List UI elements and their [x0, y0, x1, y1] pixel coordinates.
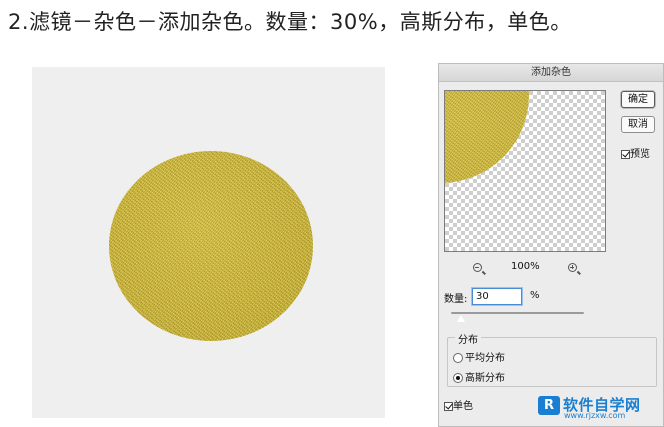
preview-noise-shape — [445, 91, 529, 183]
ok-button[interactable]: 确定 — [621, 91, 655, 108]
radio-icon — [453, 373, 463, 383]
dialog-title: 添加杂色 — [439, 64, 663, 82]
gaussian-label: 高斯分布 — [465, 373, 505, 384]
amount-slider[interactable] — [451, 312, 584, 323]
gaussian-radio[interactable]: 高斯分布 — [453, 369, 505, 384]
amount-input[interactable]: 30 — [472, 288, 522, 305]
amount-label: 数量: — [444, 294, 468, 305]
filter-preview[interactable] — [444, 90, 606, 252]
noise-filled-circle — [109, 151, 313, 341]
watermark-url: www.rjzxw.com — [564, 411, 626, 420]
radio-icon — [453, 353, 463, 363]
zoom-in-icon[interactable] — [568, 263, 581, 275]
distribution-title: 分布 — [455, 331, 481, 346]
zoom-level: 100% — [511, 261, 540, 272]
add-noise-dialog: 添加杂色 确定 取消 预览 100% 数量: 30 % 分布 平均分布 高斯分布… — [438, 63, 664, 427]
checkbox-icon — [444, 401, 453, 411]
site-watermark: R 软件自学网 www.rjzxw.com — [538, 394, 664, 420]
monochromatic-checkbox[interactable]: 单色 — [444, 397, 473, 412]
amount-unit: % — [530, 290, 540, 301]
slider-thumb-icon[interactable] — [455, 314, 466, 323]
watermark-logo: R — [538, 396, 560, 415]
checkbox-icon — [621, 149, 630, 159]
zoom-controls: 100% — [439, 261, 611, 277]
preview-checkbox[interactable]: 预览 — [621, 145, 650, 160]
preview-checkbox-label: 预览 — [630, 149, 650, 160]
document-canvas — [32, 67, 385, 418]
cancel-button[interactable]: 取消 — [621, 116, 655, 133]
monochromatic-label: 单色 — [453, 401, 473, 412]
uniform-radio[interactable]: 平均分布 — [453, 349, 505, 364]
instruction-text: 2.滤镜－杂色－添加杂色。数量：30%，高斯分布，单色。 — [8, 10, 572, 34]
zoom-out-icon[interactable] — [473, 263, 486, 275]
uniform-label: 平均分布 — [465, 353, 505, 364]
